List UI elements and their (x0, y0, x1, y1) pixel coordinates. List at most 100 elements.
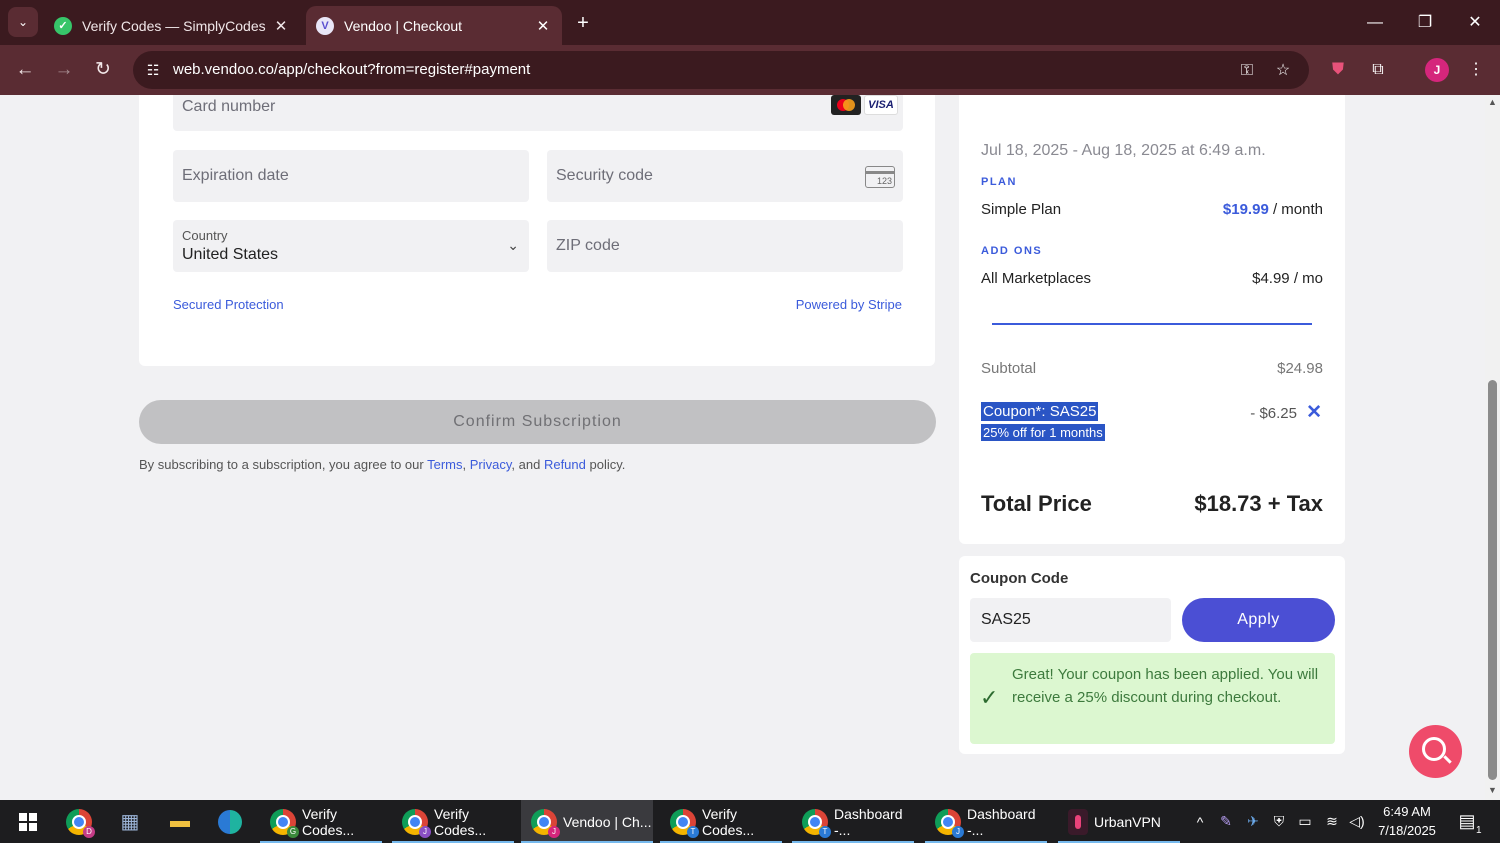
close-tab-icon[interactable]: ✕ (272, 17, 290, 35)
addons-heading: ADD ONS (981, 245, 1043, 257)
terms-link[interactable]: Terms (427, 457, 462, 472)
url-text[interactable]: web.vendoo.co/app/checkout?from=register… (173, 61, 530, 78)
close-window-button[interactable]: ✕ (1450, 0, 1500, 45)
edge-icon (218, 809, 242, 834)
vendoo-favicon-icon: V (316, 16, 334, 35)
coupon-code-title: Coupon Code (970, 570, 1069, 587)
security-code-field[interactable]: Security code 123 (547, 150, 903, 202)
country-label: Country (182, 228, 228, 243)
back-button[interactable]: ← (12, 57, 38, 83)
scrollbar-thumb[interactable] (1488, 380, 1497, 780)
new-tab-button[interactable]: + (570, 10, 596, 36)
browser-menu-icon[interactable]: ⋮ (1463, 57, 1489, 83)
tab-verify-codes[interactable]: ✓ Verify Codes — SimplyCodes ✕ (44, 6, 300, 45)
profile-badge: J (419, 825, 431, 838)
taskbar-app-dashboard-2[interactable]: J Dashboard -... (925, 800, 1047, 843)
confirm-subscription-button[interactable]: Confirm Subscription (139, 400, 936, 444)
country-value: United States (182, 246, 279, 263)
tab-search-dropdown[interactable]: ⌄ (8, 7, 38, 37)
edge-taskbar-item[interactable] (215, 800, 245, 843)
chrome-icon: D (66, 808, 95, 838)
powered-by-stripe-link[interactable]: Powered by Stripe (796, 297, 902, 312)
order-summary-card: Jul 18, 2025 - Aug 18, 2025 at 6:49 a.m.… (959, 95, 1345, 544)
pen-tray-icon[interactable]: ✎ (1215, 800, 1237, 843)
pinned-chrome[interactable]: D (66, 800, 96, 843)
calculator-icon[interactable]: ▦ (115, 800, 145, 843)
wifi-icon[interactable]: ≋ (1321, 800, 1343, 843)
expiration-date-field[interactable]: Expiration date (173, 150, 529, 202)
taskbar-app-urbanvpn[interactable]: UrbanVPN (1058, 800, 1180, 843)
file-explorer-icon[interactable]: ▬ (165, 800, 195, 843)
plan-price-period: / month (1272, 201, 1323, 218)
password-key-icon[interactable]: ⚿ (1236, 60, 1258, 82)
browser-tab-bar: ⌄ ✓ Verify Codes — SimplyCodes ✕ V Vendo… (0, 0, 1500, 45)
plan-price-amount: $19.99 (1222, 201, 1269, 218)
country-select[interactable]: Country United States ⌄ (173, 220, 529, 272)
tray-app-icon[interactable]: ✈ (1242, 800, 1264, 843)
visa-icon: VISA (864, 95, 898, 115)
reload-button[interactable]: ↻ (90, 57, 116, 83)
chrome-icon: J (531, 808, 560, 838)
taskbar-app-vendoo-checkout[interactable]: J Vendoo | Ch... (521, 800, 653, 843)
plan-heading: PLAN (981, 176, 1017, 188)
taskbar-app-label: Dashboard -... (967, 805, 1036, 838)
site-info-icon[interactable]: ☷ (143, 60, 163, 80)
taskbar-app-label: Verify Codes... (434, 805, 487, 838)
coupon-code-input[interactable] (970, 598, 1171, 642)
coupon-code-card: Coupon Code Apply ✓ Great! Your coupon h… (959, 556, 1345, 754)
taskbar-app-verify-codes-2[interactable]: J Verify Codes... (392, 800, 514, 843)
support-chat-button[interactable] (1409, 725, 1462, 778)
cvc-card-icon: 123 (865, 166, 895, 188)
applied-coupon-name: Coupon*: SAS25 (981, 402, 1099, 421)
taskbar-app-dashboard-1[interactable]: T Dashboard -... (792, 800, 914, 843)
applied-coupon-description: 25% off for 1 months (981, 424, 1105, 441)
scroll-down-arrow-icon[interactable]: ▼ (1487, 785, 1498, 795)
extension-shield-icon[interactable]: ⛊ (1325, 57, 1351, 83)
privacy-link[interactable]: Privacy (470, 457, 512, 472)
chrome-icon: T (670, 808, 699, 838)
coupon-discount-amount: - $6.25 (1250, 405, 1297, 422)
apply-coupon-button[interactable]: Apply (1182, 598, 1335, 642)
system-clock[interactable]: 6:49 AM 7/18/2025 (1372, 802, 1442, 840)
remove-coupon-icon[interactable]: ✕ (1306, 401, 1322, 424)
volume-icon[interactable]: ◁) (1346, 800, 1368, 843)
payment-form-card: Card number VISA Expiration date Securit… (139, 95, 935, 366)
zip-code-field[interactable]: ZIP code (547, 220, 903, 272)
taskbar-app-label: UrbanVPN (1094, 813, 1161, 830)
plan-price: $19.99 / month (1223, 201, 1323, 218)
address-bar[interactable]: ☷ web.vendoo.co/app/checkout?from=regist… (133, 51, 1309, 89)
profile-badge: G (287, 825, 299, 838)
secured-protection-link[interactable]: Secured Protection (173, 297, 284, 312)
notification-center-icon[interactable]: ▤ 1 (1452, 800, 1482, 843)
subtotal-label: Subtotal (981, 360, 1037, 377)
urbanvpn-icon (1068, 808, 1088, 835)
profile-badge: T (687, 825, 699, 838)
start-button[interactable] (10, 800, 46, 843)
plan-name: Simple Plan (981, 201, 1062, 218)
card-number-field[interactable]: Card number VISA (173, 95, 903, 131)
show-hidden-icons-chevron-icon[interactable]: ^ (1190, 800, 1210, 843)
taskbar-app-verify-codes-1[interactable]: G Verify Codes... (260, 800, 382, 843)
billing-period: Jul 18, 2025 - Aug 18, 2025 at 6:49 a.m. (981, 142, 1266, 159)
terms-prefix: By subscribing to a subscription, you ag… (139, 457, 424, 472)
bookmark-star-icon[interactable]: ☆ (1272, 60, 1294, 82)
terms-text: By subscribing to a subscription, you ag… (139, 457, 625, 472)
security-shield-icon[interactable]: ⛨ (1268, 800, 1290, 843)
checkout-page: Card number VISA Expiration date Securit… (0, 95, 1485, 800)
taskbar-app-label: Vendoo | Ch... (563, 813, 652, 830)
extensions-puzzle-icon[interactable]: ⧉ (1365, 57, 1391, 83)
windows-taskbar: D ▦ ▬ G Verify Codes... J Verify Codes..… (0, 800, 1500, 843)
close-tab-icon[interactable]: ✕ (534, 17, 552, 35)
refund-link[interactable]: Refund (544, 457, 586, 472)
tab-vendoo-checkout[interactable]: V Vendoo | Checkout ✕ (306, 6, 562, 45)
taskbar-app-verify-codes-3[interactable]: T Verify Codes... (660, 800, 782, 843)
minimize-button[interactable]: — (1350, 0, 1400, 45)
scroll-up-arrow-icon[interactable]: ▲ (1487, 97, 1498, 107)
battery-icon[interactable]: ▭ (1294, 800, 1316, 843)
checkmark-icon: ✓ (980, 685, 999, 710)
restore-button[interactable]: ❐ (1400, 0, 1450, 45)
profile-avatar[interactable]: J (1425, 58, 1449, 82)
profile-badge: J (952, 825, 964, 838)
total-price-value: $18.73 + Tax (1194, 491, 1323, 516)
forward-button[interactable]: → (51, 57, 77, 83)
